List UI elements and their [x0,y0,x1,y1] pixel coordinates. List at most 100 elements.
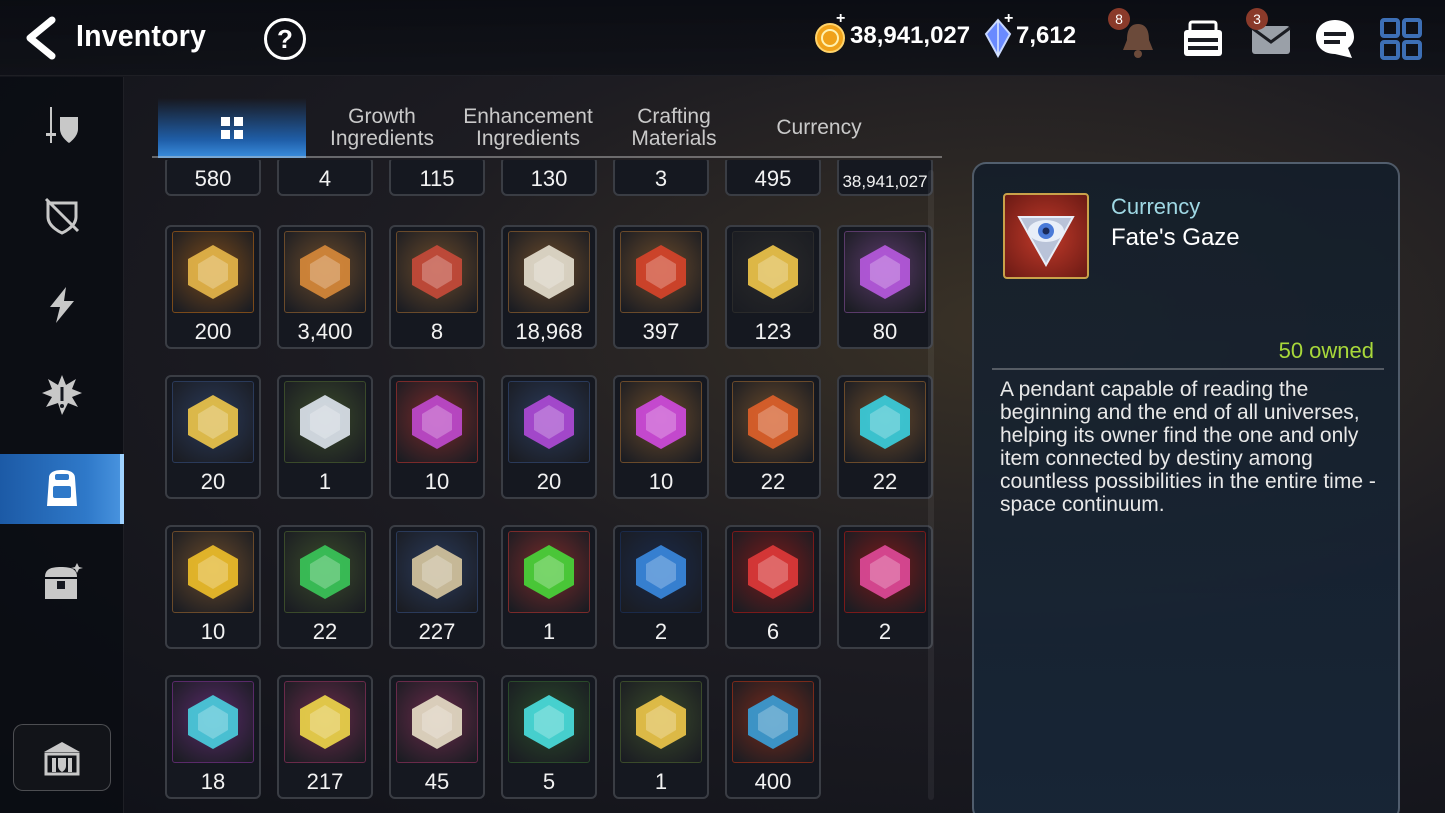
inventory-item-slot[interactable]: 22 [837,375,933,499]
item-quantity: 3,400 [297,319,353,344]
inventory-item-slot[interactable]: 227 [389,525,485,649]
nav-artifacts[interactable] [0,360,124,430]
purple-oval-gem-icon [620,381,702,463]
mail-badge: 3 [1246,8,1268,30]
storage-icon[interactable] [1180,16,1226,62]
item-quantity: 1 [542,619,556,644]
yellow-oval-gem-icon [172,531,254,613]
inventory-item-slot[interactable]: 6 [725,525,821,649]
inventory-item-slot[interactable]: 38,941,027 [837,160,933,196]
inventory-item-slot[interactable]: 10 [389,375,485,499]
backpack-icon [47,470,77,506]
item-quantity: 227 [418,619,456,644]
item-quantity: 80 [872,319,898,344]
item-quantity: 10 [424,469,450,494]
inventory-item-slot[interactable]: 123 [725,225,821,349]
inventory-item-slot[interactable]: 217 [277,675,373,799]
tab-enhancement-ingredients[interactable]: Enhancement Ingredients [458,98,598,158]
side-nav [0,77,124,813]
green-hammer-stone-icon [620,681,702,763]
item-quantity: 3 [654,166,668,191]
inventory-item-slot[interactable]: 1 [613,675,709,799]
lightning-icon [50,287,74,323]
grid-scrollbar[interactable] [928,170,934,800]
item-quantity: 397 [642,319,680,344]
red-oval-gem-icon [732,381,814,463]
inventory-item-slot[interactable]: 3,400 [277,225,373,349]
inventory-item-slot[interactable]: 200 [165,225,261,349]
nav-broken-gear[interactable] [0,180,124,250]
inventory-item-slot[interactable]: 10 [165,525,261,649]
nav-equipment[interactable] [0,90,124,160]
herb-root-icon [396,531,478,613]
nav-chests[interactable] [0,547,124,617]
eye-pendant-icon [1003,193,1089,279]
chat-icon[interactable] [1312,16,1358,62]
tab-divider [152,156,942,158]
grid-icon [221,117,243,139]
cyan-oval-gem-icon [844,381,926,463]
pink-hammer-stone-icon [284,681,366,763]
item-quantity: 217 [306,769,344,794]
inventory-item-slot[interactable]: 1 [277,375,373,499]
red-leaf-icon [620,231,702,313]
inventory-item-slot[interactable]: 580 [165,160,261,196]
detail-description: A pendant capable of reading the beginni… [1000,378,1376,516]
item-quantity: 10 [200,619,226,644]
pink-potion-icon [844,531,926,613]
inventory-item-slot[interactable]: 10 [613,375,709,499]
item-quantity: 5 [542,769,556,794]
inventory-item-slot[interactable]: 2 [837,525,933,649]
inventory-item-slot[interactable]: 4 [277,160,373,196]
inventory-item-slot[interactable]: 22 [725,375,821,499]
inventory-item-slot[interactable]: 20 [501,375,597,499]
inventory-item-slot[interactable]: 45 [389,675,485,799]
top-bar: Inventory ? + 38,941,027 + 7,612 8 3 [0,0,1445,76]
gold-shield-emblem-icon [172,231,254,313]
item-quantity: 2 [878,619,892,644]
inventory-item-slot[interactable]: 130 [501,160,597,196]
nav-materials[interactable] [0,454,124,524]
back-arrow-icon[interactable] [22,16,62,60]
inventory-item-slot[interactable]: 400 [725,675,821,799]
blue-rune-circle-icon [620,531,702,613]
inventory-item-slot[interactable]: 20 [165,375,261,499]
inventory-item-slot[interactable]: 115 [389,160,485,196]
menu-grid-icon[interactable] [1378,16,1424,62]
inventory-item-slot[interactable]: 22 [277,525,373,649]
inventory-item-slot[interactable]: 8 [389,225,485,349]
item-quantity: 18 [200,769,226,794]
inventory-item-slot[interactable]: 80 [837,225,933,349]
tab-all[interactable] [158,98,306,158]
inventory-item-slot[interactable]: 495 [725,160,821,196]
sword-shield-icon [46,107,78,143]
tab-growth-ingredients[interactable]: Growth Ingredients [310,98,454,158]
item-quantity: 8 [430,319,444,344]
item-quantity: 45 [424,769,450,794]
tab-currency[interactable]: Currency [750,98,888,158]
inventory-item-slot[interactable]: 5 [501,675,597,799]
item-quantity: 1 [318,469,332,494]
green-hex-star-stone-icon [508,681,590,763]
guild-hall-icon [44,741,80,775]
add-crystal-icon[interactable]: + [1004,10,1013,28]
nav-energy[interactable] [0,270,124,340]
inventory-item-slot[interactable]: 2 [613,525,709,649]
inventory-item-slot[interactable]: 397 [613,225,709,349]
tab-crafting-materials[interactable]: Crafting Materials [606,98,742,158]
help-button[interactable]: ? [264,18,306,60]
inventory-item-slot[interactable]: 18 [165,675,261,799]
silver-lotus-icon [284,381,366,463]
guild-button[interactable] [13,724,111,791]
pink-bolt-stone-icon [396,681,478,763]
item-quantity: 22 [760,469,786,494]
item-quantity: 22 [312,619,338,644]
add-gold-icon[interactable]: + [836,10,845,28]
page-title: Inventory [76,18,207,53]
inventory-item-slot[interactable]: 3 [613,160,709,196]
golden-mascot-icon [732,231,814,313]
inventory-item-slot[interactable]: 18,968 [501,225,597,349]
item-quantity: 4 [318,166,332,191]
item-quantity: 495 [754,166,792,191]
inventory-item-slot[interactable]: 1 [501,525,597,649]
